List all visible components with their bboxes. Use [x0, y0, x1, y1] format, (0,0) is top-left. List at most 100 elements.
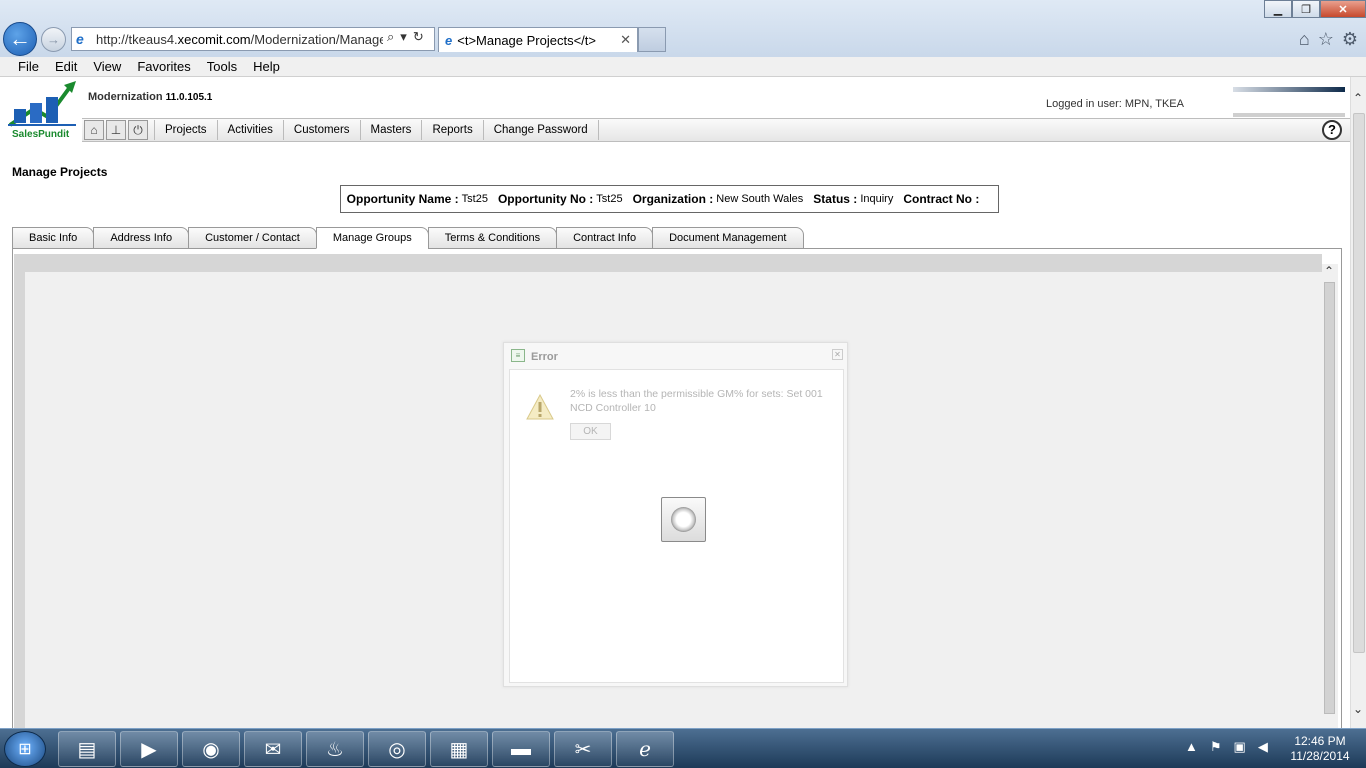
refresh-icon[interactable]: ↻: [413, 29, 424, 45]
tools-app-icon[interactable]: ✂: [554, 731, 612, 767]
opp-no-value: Tst25: [596, 193, 623, 205]
scroll-down-icon[interactable]: ⌄: [1353, 702, 1363, 716]
close-icon[interactable]: ✕: [1320, 0, 1366, 18]
nav-customers[interactable]: Customers: [284, 120, 361, 140]
media-player-icon[interactable]: ▶: [120, 731, 178, 767]
menu-help[interactable]: Help: [253, 59, 280, 74]
volume-icon[interactable]: ◀: [1258, 739, 1268, 755]
favorites-star-icon[interactable]: ☆: [1318, 29, 1334, 50]
web-page: SalesPundit Modernization 11.0.105.1 Log…: [0, 77, 1350, 728]
menu-file[interactable]: File: [18, 59, 39, 74]
forward-button[interactable]: →: [41, 27, 66, 52]
scroll-up-icon[interactable]: ⌃: [1353, 91, 1363, 105]
header-decoration-lower: [1233, 113, 1345, 117]
inner-scrollbar[interactable]: ⌃: [1322, 264, 1338, 728]
browser-right-icons: ⌂ ☆ ⚙: [1299, 29, 1358, 50]
browser-tab-active[interactable]: e <t>Manage Projects</t> ✕: [438, 27, 638, 52]
warning-icon: [526, 394, 554, 420]
opp-name-value: Tst25: [461, 193, 488, 205]
project-tabs: Basic Info Address Info Customer / Conta…: [12, 227, 804, 249]
loading-spinner: [661, 497, 706, 542]
inner-scroll-thumb[interactable]: [1324, 282, 1335, 714]
nav-masters[interactable]: Masters: [361, 120, 423, 140]
dropdown-icon[interactable]: ▾: [400, 29, 407, 45]
tab-terms-conditions[interactable]: Terms & Conditions: [427, 227, 558, 249]
salespundit-logo: SalesPundit: [4, 79, 80, 141]
logo-graphic-icon: [8, 81, 76, 127]
inner-scroll-up-icon[interactable]: ⌃: [1324, 264, 1334, 278]
maximize-icon[interactable]: ❐: [1292, 0, 1320, 18]
tab-customer-contact[interactable]: Customer / Contact: [188, 227, 317, 249]
clock-date: 11/28/2014: [1290, 749, 1350, 763]
dialog-close-icon[interactable]: ✕: [832, 349, 843, 360]
explorer-icon[interactable]: ▤: [58, 731, 116, 767]
app-version: 11.0.105.1: [165, 92, 213, 103]
search-icon[interactable]: ⌕: [387, 29, 394, 45]
windows-taskbar: ⊞ ▤ ▶ ◉ ✉ ♨ ◎ ▦ ▬ ✂ ℯ ▲ ⚑ ▣ ◀ 12:46 PM 1…: [0, 728, 1366, 768]
menu-tools[interactable]: Tools: [207, 59, 237, 74]
nav-activities[interactable]: Activities: [218, 120, 284, 140]
menu-edit[interactable]: Edit: [55, 59, 77, 74]
thunderbird-icon[interactable]: ✉: [244, 731, 302, 767]
nav-projects[interactable]: Projects: [154, 120, 218, 140]
system-clock[interactable]: 12:46 PM 11/28/2014: [1280, 734, 1360, 764]
status-value: Inquiry: [860, 193, 894, 205]
start-button[interactable]: ⊞: [4, 731, 46, 767]
address-domain: xecomit.com: [177, 31, 251, 47]
app-navbar: ⌂ ⊥ ⏻ Projects Activities Customers Mast…: [82, 118, 1350, 142]
nav-change-password[interactable]: Change Password: [484, 120, 599, 140]
chrome-icon[interactable]: ◉: [182, 731, 240, 767]
dialog-body: 2% is less than the permissible GM% for …: [509, 369, 844, 683]
tab-manage-groups[interactable]: Manage Groups: [315, 227, 429, 249]
menu-favorites[interactable]: Favorites: [137, 59, 190, 74]
tab-document-management[interactable]: Document Management: [652, 227, 804, 249]
firefox-icon[interactable]: ◎: [368, 731, 426, 767]
action-center-flag-icon[interactable]: ⚑: [1210, 739, 1222, 755]
app-name: Modernization: [88, 91, 163, 103]
internet-explorer-icon[interactable]: ℯ: [616, 731, 674, 767]
opp-no-label: Opportunity No :: [497, 192, 594, 206]
home-icon[interactable]: ⌂: [1299, 29, 1310, 50]
help-icon[interactable]: ?: [1322, 120, 1342, 140]
tab-contract-info[interactable]: Contract Info: [556, 227, 654, 249]
logo-text: SalesPundit: [12, 129, 70, 140]
minimize-icon[interactable]: ▁: [1264, 0, 1292, 18]
ie-tab-icon: e: [445, 32, 453, 48]
contract-label: Contract No :: [903, 192, 980, 206]
signpost-icon[interactable]: ⊥: [106, 120, 126, 140]
new-tab-button[interactable]: [638, 27, 666, 52]
ie-page-icon: e: [76, 31, 84, 47]
loading-ring-icon: [671, 507, 696, 532]
window-controls: ▁ ❐ ✕: [1264, 0, 1366, 20]
ok-button[interactable]: OK: [570, 423, 611, 440]
tab-address-info[interactable]: Address Info: [93, 227, 190, 249]
address-prefix: http://tkeaus4.: [96, 31, 178, 47]
org-label: Organization :: [632, 192, 714, 206]
header-decoration: [1233, 87, 1345, 92]
home-icon[interactable]: ⌂: [84, 120, 104, 140]
tab-close-icon[interactable]: ✕: [620, 32, 631, 48]
power-icon[interactable]: ⏻: [128, 120, 148, 140]
back-button[interactable]: ←: [3, 22, 37, 56]
network-icon[interactable]: ▣: [1234, 739, 1246, 755]
settings-gear-icon[interactable]: ⚙: [1342, 29, 1358, 50]
chart-app-icon[interactable]: ▦: [430, 731, 488, 767]
logged-in-user: Logged in user: MPN, TKEA: [1046, 98, 1184, 110]
error-dialog: ≡ Error ✕ 2% is less than the permissibl…: [503, 342, 848, 687]
flame-app-icon[interactable]: ♨: [306, 731, 364, 767]
address-bar[interactable]: e http://tkeaus4. xecomit.com/Modernizati…: [71, 27, 435, 51]
dialog-title: Error: [531, 351, 558, 363]
address-tools: ⌕ ▾ ↻: [383, 29, 428, 45]
status-label: Status :: [813, 192, 858, 206]
dialog-message: 2% is less than the permissible GM% for …: [570, 388, 823, 414]
menu-view[interactable]: View: [93, 59, 121, 74]
nav-reports[interactable]: Reports: [422, 120, 484, 140]
system-tray: ▲ ⚑ ▣ ◀: [1185, 739, 1268, 755]
page-scrollbar[interactable]: ⌃ ⌄: [1350, 77, 1366, 728]
command-prompt-icon[interactable]: ▬: [492, 731, 550, 767]
browser-tab-title: <t>Manage Projects</t>: [457, 32, 596, 48]
tab-basic-info[interactable]: Basic Info: [12, 227, 95, 249]
page-scroll-thumb[interactable]: [1353, 113, 1365, 653]
browser-titlebar: ▁ ❐ ✕ ← → e http://tkeaus4. xecomit.com/M…: [0, 0, 1366, 57]
tray-expand-icon[interactable]: ▲: [1185, 739, 1198, 755]
